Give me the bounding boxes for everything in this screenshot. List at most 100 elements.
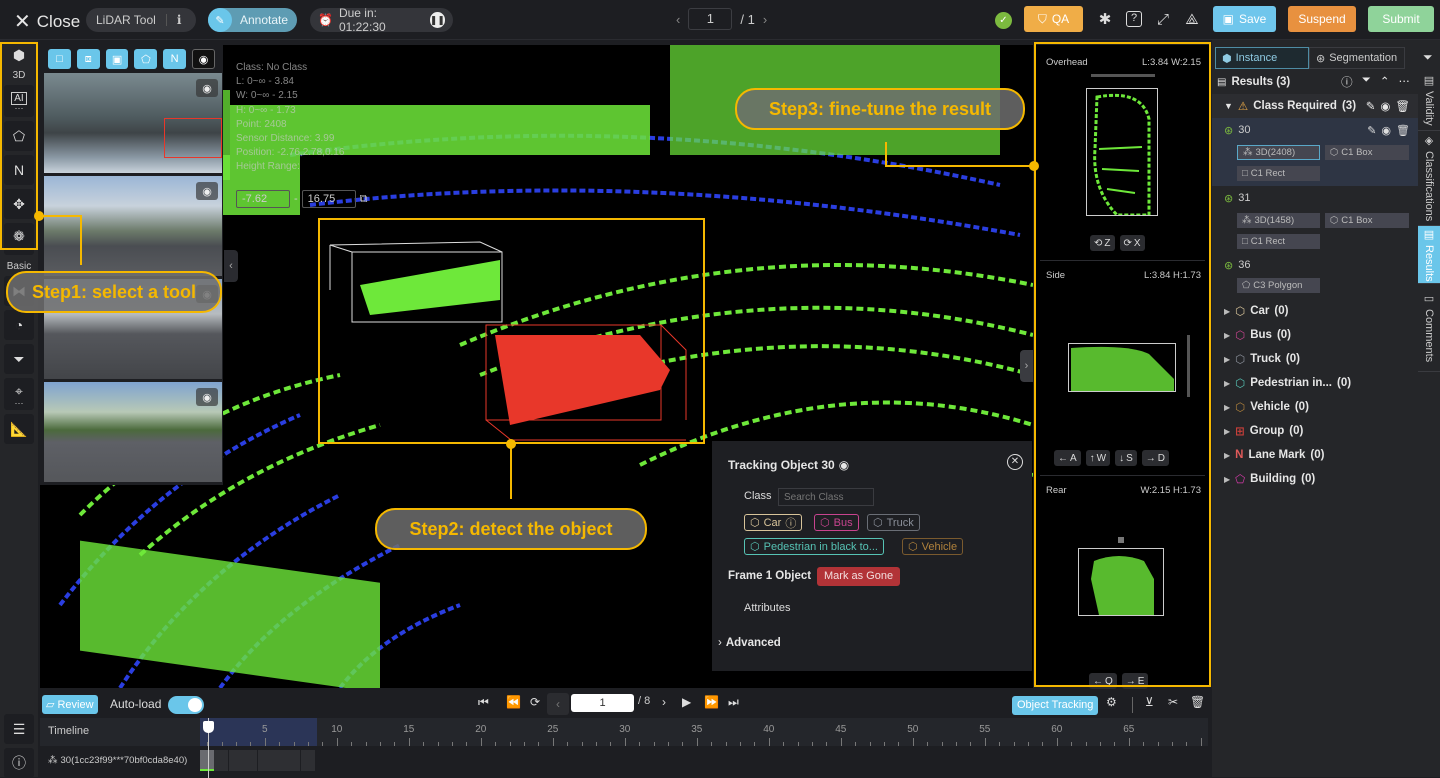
rect-tool-icon[interactable]: □ [48, 49, 71, 69]
info-circle-icon[interactable]: ⓘ [4, 748, 34, 778]
qa-button[interactable]: ⛉ QA [1024, 6, 1083, 32]
first-frame-icon[interactable]: ⏮ [478, 695, 489, 710]
next-frame-icon[interactable]: › [662, 695, 666, 709]
class-group-vehicle[interactable]: ▶ ⬡ Vehicle (0) [1212, 395, 1418, 419]
track-frame-cell[interactable] [286, 750, 301, 771]
eye-icon[interactable]: ◉ [196, 79, 218, 97]
tag-3d-points[interactable]: ⁂ 3D(1458) [1237, 213, 1320, 228]
class-group-group[interactable]: ▶ ⊞ Group (0) [1212, 419, 1418, 443]
class-chip-truck[interactable]: ⬡ Truck [867, 514, 920, 531]
mode-toggle[interactable]: ✎ Annotate [208, 8, 297, 32]
polyline-tool-icon[interactable]: N [163, 49, 187, 69]
point-tool-icon[interactable]: ◉ [192, 49, 215, 69]
review-button[interactable]: ▱ Review [42, 695, 98, 714]
frame-input[interactable]: 1 [571, 694, 634, 712]
focus-icon[interactable]: ⌖ ··· [4, 378, 34, 410]
playhead-handle[interactable] [203, 721, 214, 733]
autoload-toggle[interactable] [168, 696, 204, 714]
eye-icon[interactable]: ◉ [1380, 99, 1390, 113]
play-icon[interactable]: ▶ [682, 695, 691, 709]
trash-icon[interactable]: 🗑 [1395, 99, 1410, 113]
close-button[interactable]: ✕ Close [14, 9, 80, 34]
prev-frame-button[interactable]: ‹ [547, 693, 569, 715]
track-frame-cell[interactable] [214, 750, 229, 771]
collapse-all-icon[interactable]: ⌃ [1380, 74, 1390, 90]
tag-rect[interactable]: □ C1 Rect [1237, 166, 1320, 181]
more-icon[interactable]: ⋯ [1399, 74, 1411, 90]
class-chip-bus[interactable]: ⬡ Bus [814, 514, 859, 531]
tag-box[interactable]: ⬡ C1 Box [1325, 213, 1409, 228]
fullscreen-icon[interactable]: ⤢ [1153, 9, 1173, 29]
group-class-required[interactable]: ▼ ⚠ Class Required (3) ✎ ◉ 🗑 [1212, 94, 1418, 118]
track-frame-cell[interactable] [271, 750, 286, 771]
next-page-icon[interactable]: › [763, 12, 767, 27]
tab-segmentation[interactable]: ⊛ Segmentation [1309, 47, 1405, 69]
class-group-car[interactable]: ▶ ⬡ Car (0) [1212, 299, 1418, 323]
track-frame-cell[interactable] [200, 750, 214, 771]
trash-icon[interactable]: 🗑 [1190, 695, 1205, 709]
tag-box[interactable]: ⬡ C1 Box [1325, 145, 1409, 160]
info-icon[interactable]: i [177, 13, 182, 27]
tab-instance[interactable]: ⬢ Instance [1215, 47, 1309, 69]
eye-icon[interactable]: ◉ [1381, 124, 1391, 137]
advanced-toggle[interactable]: › Advanced [718, 637, 781, 649]
edit-icon[interactable]: ✎ [1366, 99, 1376, 113]
filter-icon[interactable]: ⏷ [4, 344, 34, 374]
vtab-validity[interactable]: ▤ Validity [1418, 69, 1440, 131]
scissors-icon[interactable]: ✂ [1168, 695, 1178, 709]
camera-image-4[interactable]: ◉ [44, 382, 222, 482]
track-frame-cell[interactable] [300, 750, 315, 771]
loop-icon[interactable]: ⟳ [530, 695, 540, 709]
vtab-results[interactable]: ▤ Results [1418, 226, 1440, 284]
last-frame-icon[interactable]: ⏭ [728, 695, 739, 710]
ruler-icon[interactable]: 📐 [4, 414, 34, 444]
filter-icon[interactable]: ⏷ [1362, 74, 1371, 90]
cube-projection-tool-icon[interactable]: ▣ [105, 49, 129, 69]
help-icon[interactable]: ? [1124, 9, 1144, 29]
track-frame-cell[interactable] [243, 750, 258, 771]
fast-forward-icon[interactable]: ⏩ [704, 695, 719, 709]
save-button[interactable]: ▣ Save [1213, 6, 1276, 32]
suspend-button[interactable]: Suspend [1288, 6, 1356, 32]
tag-rect[interactable]: □ C1 Rect [1237, 234, 1320, 249]
result-item-30[interactable]: ⊛ 30 ✎ ◉ 🗑 ⁂ 3D(2408) ⬡ C1 Box □ C1 Rect [1212, 118, 1418, 186]
eye-icon[interactable]: ◉ [196, 182, 218, 200]
class-group-truck[interactable]: ▶ ⬡ Truck (0) [1212, 347, 1418, 371]
split-icon[interactable]: ⊻ [1145, 695, 1154, 709]
gear-icon[interactable]: ⚙ [1106, 695, 1117, 709]
class-group-building[interactable]: ▶ ⬠ Building (0) [1212, 467, 1418, 491]
submit-button[interactable]: Submit [1368, 6, 1434, 32]
result-item-36[interactable]: ⊛ 36 ⬠ C3 Polygon [1212, 254, 1418, 299]
tag-3d-points[interactable]: ⁂ 3D(2408) [1237, 145, 1320, 160]
polygon-tool-icon[interactable]: ⬠ [134, 49, 158, 69]
camera-image-2[interactable]: ◉ [44, 176, 222, 276]
object-tracking-button[interactable]: Object Tracking [1012, 696, 1099, 715]
cube-tool-icon[interactable]: ⧈ [76, 49, 100, 69]
track-frame-cell[interactable] [228, 750, 243, 771]
class-group-lane-mark[interactable]: ▶ N Lane Mark (0) [1212, 443, 1418, 467]
expand-views-button[interactable]: › [1020, 350, 1033, 382]
class-chip-car[interactable]: ⬡ Car ⓘ [744, 514, 803, 531]
eye-icon[interactable]: ◉ [839, 458, 849, 472]
class-group-pedestrian-in[interactable]: ▶ ⬡ Pedestrian in... (0) [1212, 371, 1418, 395]
filter-icon[interactable]: ⏷ [1423, 50, 1433, 65]
page-input[interactable]: 1 [688, 8, 733, 30]
camera-image-1[interactable]: ◉ [44, 73, 222, 173]
mark-as-gone-button[interactable]: Mark as Gone [817, 567, 901, 586]
vtab-classifications[interactable]: ◈ Classifications [1418, 131, 1440, 226]
track-frame-cell[interactable] [257, 750, 272, 771]
class-chip-pedestrian[interactable]: ⬡ Pedestrian in black to... [744, 538, 884, 555]
height-min-input[interactable]: -7.62 [236, 190, 290, 208]
close-panel-icon[interactable]: ✕ [1007, 454, 1023, 470]
settings-sliders-icon[interactable]: ☰ [4, 714, 34, 744]
edit-icon[interactable]: ✎ [1367, 124, 1376, 137]
collapse-camera-button[interactable]: ‹ [224, 250, 238, 282]
tag-polygon[interactable]: ⬠ C3 Polygon [1237, 278, 1320, 293]
trash-icon[interactable]: 🗑 [1396, 124, 1410, 137]
help-icon[interactable]: ⓘ [1341, 74, 1353, 90]
class-chip-vehicle[interactable]: ⬡ Vehicle [902, 538, 964, 555]
bug-icon[interactable]: ✱ [1095, 9, 1115, 29]
height-max-input[interactable]: 16.75 [301, 190, 356, 208]
class-group-bus[interactable]: ▶ ⬡ Bus (0) [1212, 323, 1418, 347]
pause-icon[interactable]: ❚❚ [429, 12, 445, 28]
